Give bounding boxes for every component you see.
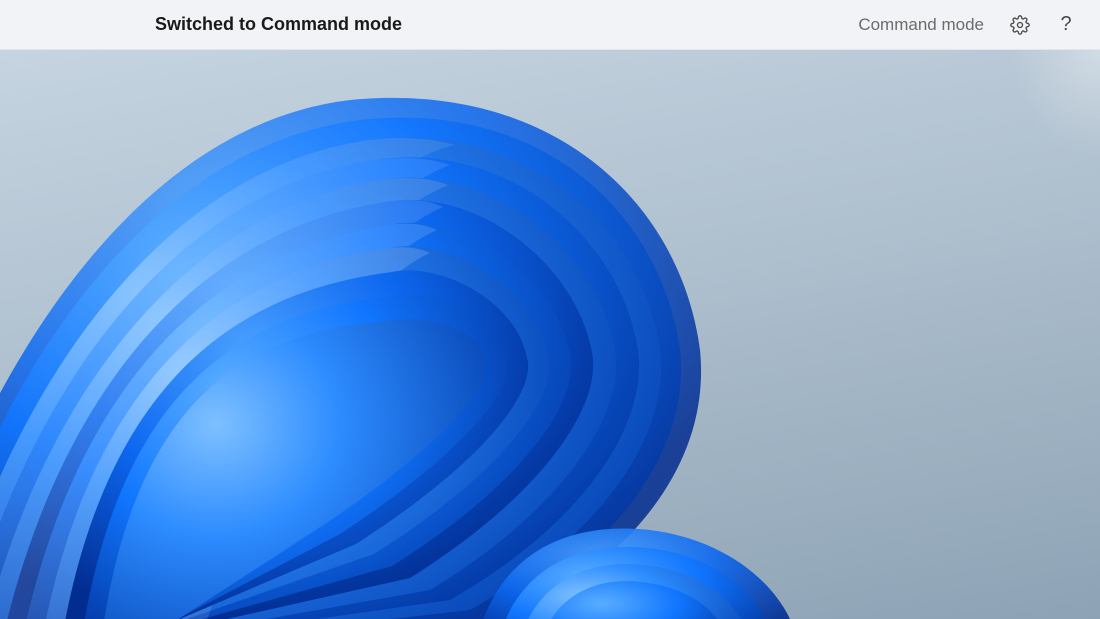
settings-button[interactable] xyxy=(1006,11,1034,39)
desktop-wallpaper xyxy=(0,50,1100,619)
help-button[interactable]: ? xyxy=(1052,11,1080,39)
bloom-shape xyxy=(0,98,800,619)
gear-icon xyxy=(1010,15,1030,35)
topbar-controls: Command mode ? xyxy=(858,11,1080,39)
mode-indicator: Command mode xyxy=(858,15,984,35)
voice-access-topbar: Switched to Command mode Command mode ? xyxy=(0,0,1100,50)
status-message: Switched to Command mode xyxy=(155,14,402,35)
help-icon: ? xyxy=(1060,13,1071,36)
